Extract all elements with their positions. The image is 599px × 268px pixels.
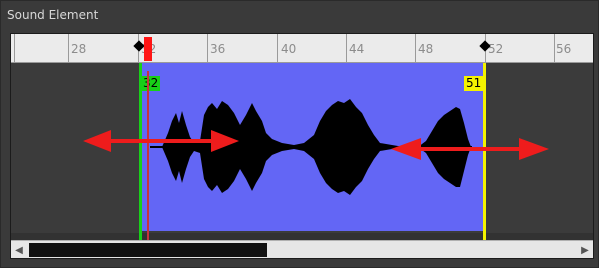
left-right-arrow-icon — [83, 130, 239, 152]
panel-title: Sound Element — [7, 8, 99, 22]
left-right-arrow-icon — [391, 138, 549, 160]
scroll-left-button[interactable]: ◀ — [11, 241, 27, 258]
scroll-right-button[interactable]: ▶ — [577, 241, 593, 258]
drag-arrows-overlay — [83, 130, 549, 160]
sound-element-panel: Sound Element 28 32 36 40 44 48 52 56 — [0, 0, 599, 268]
sound-timeline: 28 32 36 40 44 48 52 56 — [10, 33, 594, 259]
horizontal-scrollbar[interactable]: ◀ ▶ — [11, 240, 593, 258]
scroll-thumb[interactable] — [29, 243, 267, 257]
